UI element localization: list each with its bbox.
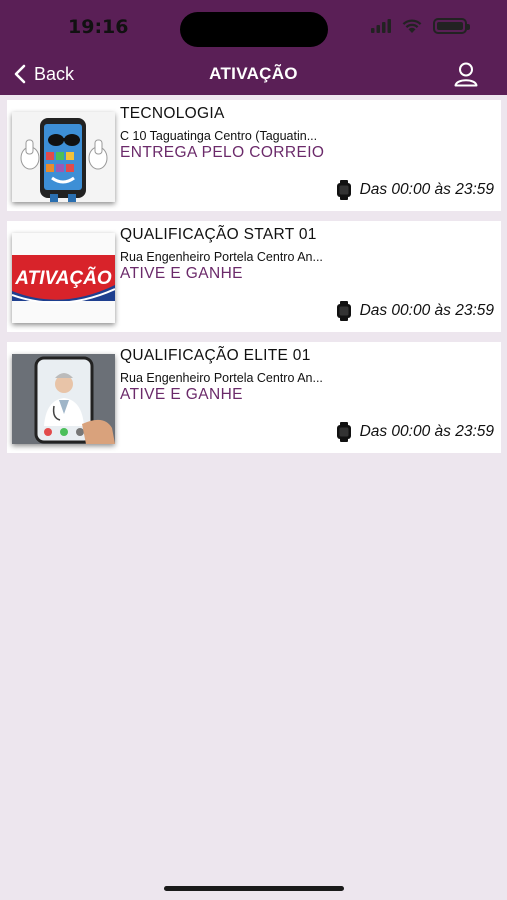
app-header: 19:16 Back ATIVAÇÃO: [0, 0, 507, 95]
item-hours: Das 00:00 às 23:59: [336, 301, 494, 321]
page-title: ATIVAÇÃO: [209, 64, 298, 83]
dynamic-island: [180, 12, 328, 47]
ativacao-logo-image: ATIVAÇÃO: [12, 233, 115, 323]
ativacao-logo-text: ATIVAÇÃO: [14, 267, 112, 289]
status-time: 19:16: [68, 16, 129, 38]
item-tag: ENTREGA PELO CORREIO: [120, 144, 325, 161]
item-hours: Das 00:00 às 23:59: [336, 180, 494, 200]
hours-text: Das 00:00 às 23:59: [359, 302, 494, 319]
hours-text: Das 00:00 às 23:59: [359, 423, 494, 440]
phone-mascot-image: [12, 112, 115, 202]
list-item-qualificacao-start[interactable]: ATIVAÇÃO QUALIFICAÇÃO START 01 Rua Engen…: [7, 221, 501, 332]
smartwatch-icon: [336, 180, 351, 200]
activation-list: TECNOLOGIA C 10 Taguatinga Centro (Tagua…: [7, 100, 501, 463]
status-icons: [371, 18, 470, 34]
home-indicator[interactable]: [164, 886, 344, 891]
item-title: QUALIFICAÇÃO START 01: [120, 226, 317, 243]
item-hours: Das 00:00 às 23:59: [336, 422, 494, 442]
navigation-bar: Back ATIVAÇÃO: [0, 55, 507, 93]
item-thumbnail: [12, 112, 115, 202]
list-item-tecnologia[interactable]: TECNOLOGIA C 10 Taguatinga Centro (Tagua…: [7, 100, 501, 211]
list-item-qualificacao-elite[interactable]: QUALIFICAÇÃO ELITE 01 Rua Engenheiro Por…: [7, 342, 501, 453]
item-tag: ATIVE E GANHE: [120, 265, 243, 282]
item-thumbnail: [12, 354, 115, 444]
signal-icon: [371, 19, 391, 33]
item-address: Rua Engenheiro Portela Centro An...: [120, 371, 323, 385]
smartwatch-icon: [336, 422, 351, 442]
smartwatch-icon: [336, 301, 351, 321]
item-thumbnail: ATIVAÇÃO: [12, 233, 115, 323]
item-title: TECNOLOGIA: [120, 105, 225, 122]
battery-icon: [433, 18, 470, 34]
item-tag: ATIVE E GANHE: [120, 386, 243, 403]
hours-text: Das 00:00 às 23:59: [359, 181, 494, 198]
item-address: Rua Engenheiro Portela Centro An...: [120, 250, 323, 264]
user-profile-icon[interactable]: [453, 61, 479, 87]
doctor-video-call-image: [12, 354, 115, 444]
item-title: QUALIFICAÇÃO ELITE 01: [120, 347, 311, 364]
item-address: C 10 Taguatinga Centro (Taguatin...: [120, 129, 318, 143]
wifi-icon: [402, 19, 422, 33]
